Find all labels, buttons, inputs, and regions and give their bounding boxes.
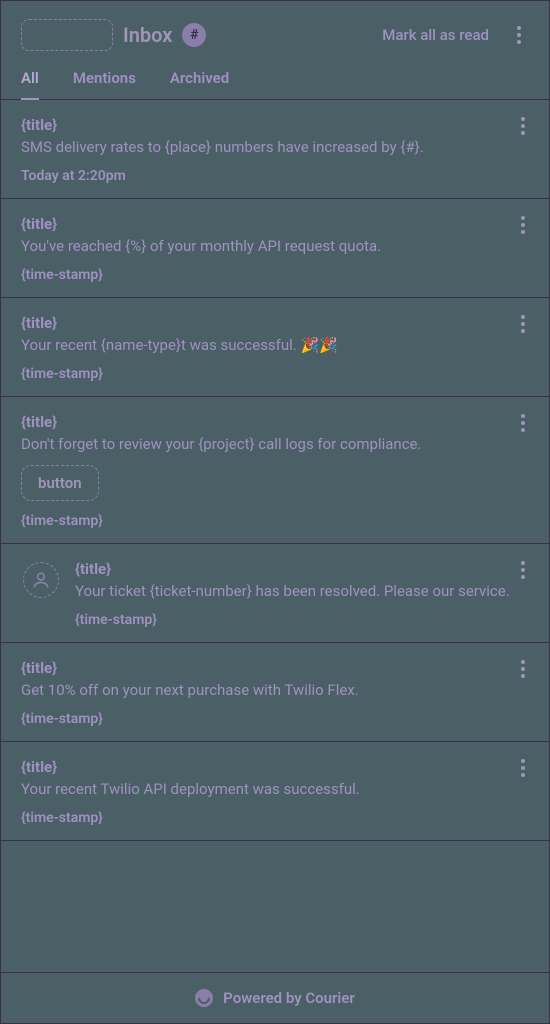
- notification-item[interactable]: {title} You've reached {%} of your monthl…: [1, 199, 549, 298]
- notification-menu-button[interactable]: [513, 114, 533, 138]
- notification-title: {title}: [21, 413, 529, 431]
- footer: Powered by Courier: [1, 972, 549, 1023]
- notification-title: {title}: [21, 215, 529, 233]
- notification-title: {title}: [21, 314, 529, 332]
- notification-item[interactable]: {title} Get 10% off on your next purchase…: [1, 643, 549, 742]
- inbox-title: Inbox: [123, 23, 172, 47]
- notification-timestamp: {time-stamp}: [75, 612, 529, 628]
- notification-menu-button[interactable]: [513, 312, 533, 336]
- notification-title: {title}: [21, 659, 529, 677]
- tab-all[interactable]: All: [21, 69, 39, 99]
- notification-text: Your recent {name-type}t was successful.…: [21, 335, 529, 356]
- notification-text: You've reached {%} of your monthly API r…: [21, 236, 529, 257]
- notification-item[interactable]: {title} Your recent Twilio API deployment…: [1, 742, 549, 841]
- notification-text: SMS delivery rates to {place} numbers ha…: [21, 137, 529, 158]
- notification-item[interactable]: {title} Don't forget to review your {proj…: [1, 397, 549, 544]
- brand-placeholder: [21, 19, 113, 51]
- inbox-header: Inbox # Mark all as read: [1, 1, 549, 51]
- notification-title: {title}: [21, 116, 529, 134]
- notification-text: Your recent Twilio API deployment was su…: [21, 779, 529, 800]
- header-menu-button[interactable]: [509, 23, 529, 47]
- notification-timestamp: {time-stamp}: [21, 711, 529, 727]
- notification-list: {title} SMS delivery rates to {place} num…: [1, 100, 549, 972]
- notification-timestamp: Today at 2:20pm: [21, 168, 529, 184]
- user-icon: [23, 562, 59, 598]
- notification-item[interactable]: {title} SMS delivery rates to {place} num…: [1, 100, 549, 199]
- notification-timestamp: {time-stamp}: [21, 267, 529, 283]
- tab-archived[interactable]: Archived: [170, 69, 229, 99]
- notification-text: Get 10% off on your next purchase with T…: [21, 680, 529, 701]
- notification-menu-button[interactable]: [513, 213, 533, 237]
- notification-item[interactable]: {title} Your ticket {ticket-number} has b…: [1, 544, 549, 643]
- notification-menu-button[interactable]: [513, 756, 533, 780]
- mark-all-read-button[interactable]: Mark all as read: [382, 26, 489, 44]
- notification-timestamp: {time-stamp}: [21, 366, 529, 382]
- notification-title: {title}: [21, 758, 529, 776]
- tab-bar: All Mentions Archived: [1, 51, 549, 100]
- notification-menu-button[interactable]: [513, 411, 533, 435]
- notification-menu-button[interactable]: [513, 657, 533, 681]
- notification-text: Don't forget to review your {project} ca…: [21, 434, 529, 455]
- avatar: [21, 560, 61, 628]
- notification-action-button[interactable]: button: [21, 465, 99, 501]
- tab-mentions[interactable]: Mentions: [73, 69, 136, 99]
- notification-menu-button[interactable]: [513, 558, 533, 582]
- inbox-panel: Inbox # Mark all as read All Mentions Ar…: [0, 0, 550, 1024]
- footer-label: Powered by Courier: [223, 989, 355, 1007]
- notification-title: {title}: [75, 560, 529, 578]
- notification-timestamp: {time-stamp}: [21, 513, 529, 529]
- courier-logo-icon: [195, 989, 213, 1007]
- unread-count-badge: #: [182, 23, 206, 47]
- notification-timestamp: {time-stamp}: [21, 810, 529, 826]
- notification-text: Your ticket {ticket-number} has been res…: [75, 581, 529, 602]
- notification-item[interactable]: {title} Your recent {name-type}t was succ…: [1, 298, 549, 397]
